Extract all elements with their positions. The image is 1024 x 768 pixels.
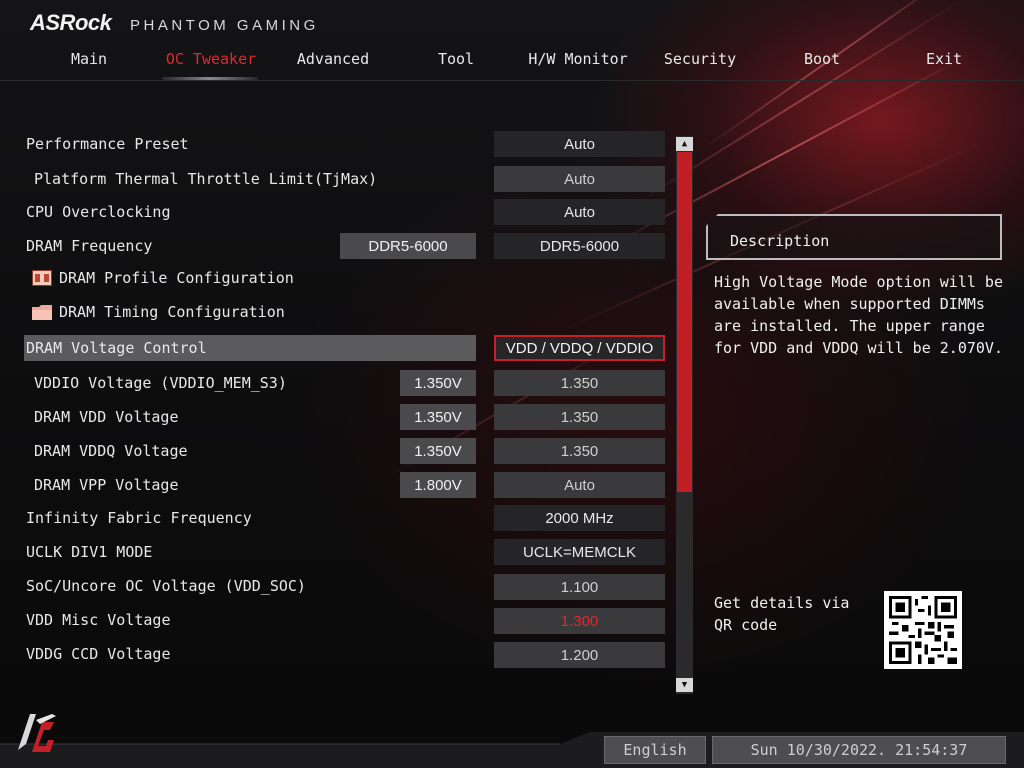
setting-dram-vddq-voltage[interactable]: DRAM VDDQ Voltage 1.350V [24,438,476,464]
dram-frequency-current: DDR5-6000 [340,233,476,259]
setting-label: DRAM Timing Configuration [59,303,285,321]
dram-vddq-voltage-current: 1.350V [400,438,476,464]
uclk-div1-mode-value[interactable]: UCLK=MEMCLK [494,539,665,565]
performance-preset-value[interactable]: Auto [494,131,665,157]
tab-boot[interactable]: Boot [804,50,840,68]
setting-label: Platform Thermal Throttle Limit(TjMax) [34,170,378,188]
tab-main[interactable]: Main [71,50,107,68]
setting-cpu-overclocking[interactable]: CPU Overclocking [24,199,476,225]
setting-label: DRAM VDDQ Voltage [34,442,188,460]
dram-frequency-value[interactable]: DDR5-6000 [494,233,665,259]
setting-label: DRAM VDD Voltage [34,408,179,426]
dram-vdd-voltage-current: 1.350V [400,404,476,430]
setting-label: VDD Misc Voltage [26,611,171,629]
dram-vpp-voltage-value[interactable]: Auto [494,472,665,498]
dram-vpp-voltage-current: 1.800V [400,472,476,498]
setting-vdd-misc-voltage[interactable]: VDD Misc Voltage [24,607,476,633]
scroll-down-icon[interactable]: ▼ [676,678,693,692]
setting-performance-preset[interactable]: Performance Preset [24,131,476,157]
folder-icon [32,305,52,320]
scroll-up-icon[interactable]: ▲ [676,137,693,151]
vddio-voltage-current: 1.350V [400,370,476,396]
infinity-fabric-frequency-value[interactable]: 2000 MHz [494,505,665,531]
qr-caption: Get details via QR code [714,594,850,634]
tab-hw-monitor[interactable]: H/W Monitor [528,50,627,68]
qr-code-icon [884,591,962,669]
header-divider [0,80,1024,81]
memory-icon [32,270,52,286]
setting-dram-frequency[interactable]: DRAM Frequency DDR5-6000 [24,233,476,259]
tab-exit[interactable]: Exit [926,50,962,68]
setting-dram-voltage-control[interactable]: DRAM Voltage Control [24,335,476,361]
setting-label: CPU Overclocking [26,203,171,221]
setting-soc-uncore-oc-voltage[interactable]: SoC/Uncore OC Voltage (VDD_SOC) [24,573,476,599]
tab-tool[interactable]: Tool [438,50,474,68]
setting-vddg-ccd-voltage[interactable]: VDDG CCD Voltage [24,641,476,667]
vddio-voltage-value[interactable]: 1.350 [494,370,665,396]
soc-uncore-oc-voltage-value[interactable]: 1.100 [494,574,665,600]
setting-label: SoC/Uncore OC Voltage (VDD_SOC) [26,577,306,595]
setting-label: DRAM VPP Voltage [34,476,179,494]
dram-vdd-voltage-value[interactable]: 1.350 [494,404,665,430]
brand-subtitle: PHANTOM GAMING [130,17,319,34]
submenu-dram-timing-configuration[interactable]: DRAM Timing Configuration [24,299,476,325]
setting-label: UCLK DIV1 MODE [26,543,153,561]
setting-dram-vdd-voltage[interactable]: DRAM VDD Voltage 1.350V [24,404,476,430]
tab-oc-tweaker[interactable]: OC Tweaker [166,50,256,68]
top-nav: Main OC Tweaker Advanced Tool H/W Monito… [28,44,998,84]
datetime-display: Sun 10/30/2022. 21:54:37 [712,736,1006,764]
description-title: Description [730,232,830,250]
setting-label: VDDG CCD Voltage [26,645,171,663]
submenu-dram-profile-configuration[interactable]: DRAM Profile Configuration [24,265,476,291]
setting-label: VDDIO Voltage (VDDIO_MEM_S3) [34,374,287,392]
setting-label: Infinity Fabric Frequency [26,509,252,527]
setting-thermal-throttle-limit[interactable]: Platform Thermal Throttle Limit(TjMax) [24,166,476,192]
tab-security[interactable]: Security [664,50,736,68]
brand-logo: ASRock [30,10,112,35]
setting-vddio-voltage[interactable]: VDDIO Voltage (VDDIO_MEM_S3) 1.350V [24,370,476,396]
tab-advanced[interactable]: Advanced [297,50,369,68]
setting-label: DRAM Profile Configuration [59,269,294,287]
setting-uclk-div1-mode[interactable]: UCLK DIV1 MODE [24,539,476,565]
setting-label: DRAM Frequency [26,237,153,255]
vdd-misc-voltage-value[interactable]: 1.300 [494,608,665,634]
setting-infinity-fabric-frequency[interactable]: Infinity Fabric Frequency [24,505,476,531]
dram-vddq-voltage-value[interactable]: 1.350 [494,438,665,464]
scrollbar-thumb[interactable] [677,152,692,492]
setting-label: Performance Preset [26,135,189,153]
thermal-throttle-limit-value[interactable]: Auto [494,166,665,192]
phantom-gaming-logo-icon [18,714,56,752]
cpu-overclocking-value[interactable]: Auto [494,199,665,225]
setting-label: DRAM Voltage Control [26,339,207,357]
dram-voltage-control-value[interactable]: VDD / VDDQ / VDDIO [494,335,665,361]
vddg-ccd-voltage-value[interactable]: 1.200 [494,642,665,668]
description-text: High Voltage Mode option will be availab… [714,273,1003,357]
language-button[interactable]: English [604,736,706,764]
setting-dram-vpp-voltage[interactable]: DRAM VPP Voltage 1.800V [24,472,476,498]
